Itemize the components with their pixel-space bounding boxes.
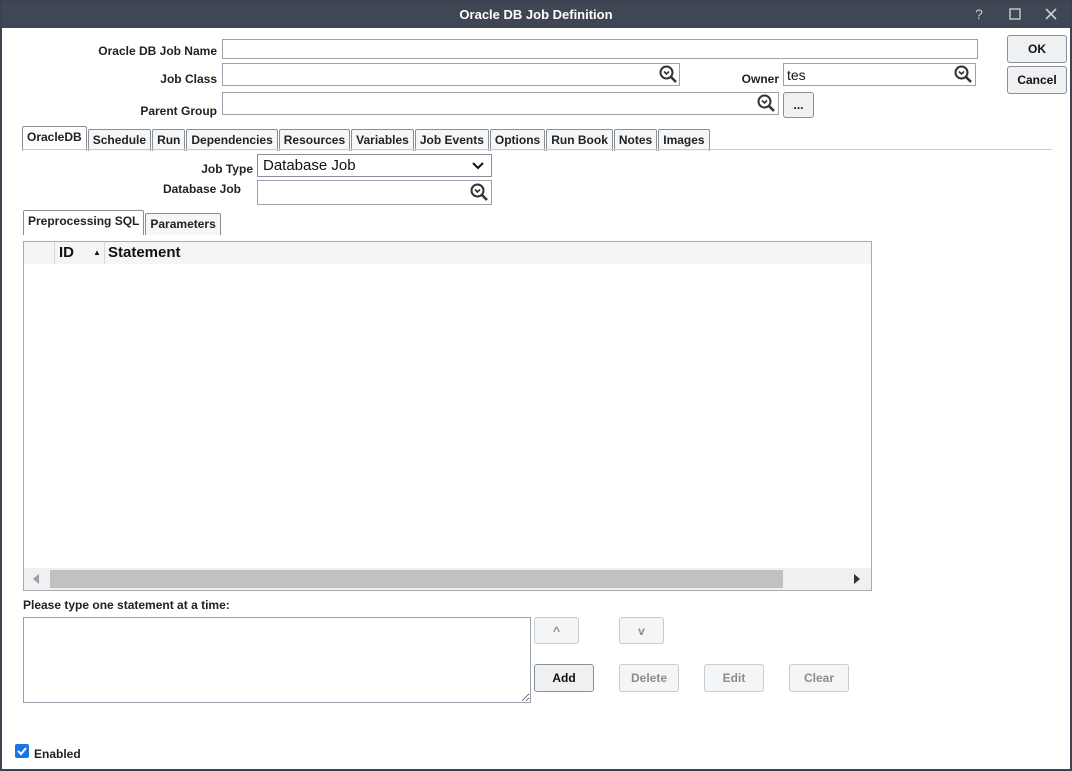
- job-name-input[interactable]: [222, 39, 978, 59]
- column-header-id[interactable]: ID: [59, 244, 74, 261]
- enabled-checkbox[interactable]: [15, 744, 29, 758]
- tab-job-events[interactable]: Job Events: [414, 129, 489, 151]
- tab-notes[interactable]: Notes: [613, 129, 658, 151]
- job-class-input[interactable]: [222, 63, 680, 86]
- tab-divider: [22, 149, 1052, 150]
- close-icon[interactable]: [1040, 4, 1062, 24]
- tab-run-book[interactable]: Run Book: [546, 129, 613, 151]
- job-type-value: Database Job: [263, 157, 356, 174]
- database-job-input[interactable]: [257, 180, 492, 205]
- column-header-statement[interactable]: Statement: [108, 244, 181, 261]
- tab-run[interactable]: Run: [152, 129, 186, 151]
- table-header: ID ▲ Statement: [24, 242, 871, 264]
- tab-resources[interactable]: Resources: [278, 129, 351, 151]
- chevron-down-icon: [472, 162, 484, 170]
- tab-parameters[interactable]: Parameters: [145, 213, 221, 235]
- add-button[interactable]: Add: [534, 664, 594, 692]
- help-icon[interactable]: ?: [968, 4, 990, 24]
- move-up-button[interactable]: ^: [534, 617, 579, 644]
- tab-options[interactable]: Options: [489, 129, 546, 151]
- check-icon: [17, 747, 27, 756]
- job-class-search-icon[interactable]: [658, 64, 678, 84]
- sort-asc-icon: ▲: [93, 248, 101, 257]
- edit-button[interactable]: Edit: [704, 664, 764, 692]
- clear-button[interactable]: Clear: [789, 664, 849, 692]
- scroll-right-icon[interactable]: [853, 574, 861, 584]
- tab-variables[interactable]: Variables: [351, 129, 414, 151]
- statement-prompt-label: Please type one statement at a time:: [23, 598, 230, 612]
- move-down-button[interactable]: v: [619, 617, 664, 644]
- parent-group-label: Parent Group: [140, 104, 217, 118]
- scroll-thumb[interactable]: [50, 570, 783, 588]
- tab-preprocessing-sql[interactable]: Preprocessing SQL: [23, 210, 145, 235]
- enabled-label: Enabled: [34, 747, 81, 761]
- job-type-label: Job Type: [201, 162, 253, 176]
- parent-group-browse-button[interactable]: ...: [783, 92, 814, 118]
- delete-button[interactable]: Delete: [619, 664, 679, 692]
- owner-input[interactable]: [783, 63, 976, 86]
- cancel-button[interactable]: Cancel: [1007, 66, 1067, 94]
- job-definition-window: Oracle DB Job Definition ? Oracle DB Job…: [0, 0, 1072, 771]
- scroll-left-icon[interactable]: [32, 574, 40, 584]
- window-title: Oracle DB Job Definition: [459, 7, 613, 22]
- statement-textarea[interactable]: [23, 617, 531, 703]
- maximize-icon[interactable]: [1004, 4, 1026, 24]
- sql-subtabs: Preprocessing SQL Parameters: [23, 210, 222, 235]
- title-bar[interactable]: Oracle DB Job Definition ?: [2, 2, 1070, 28]
- database-job-search-icon[interactable]: [469, 182, 489, 202]
- tab-dependencies[interactable]: Dependencies: [186, 129, 278, 151]
- ok-button[interactable]: OK: [1007, 35, 1067, 63]
- tab-schedule[interactable]: Schedule: [87, 129, 152, 151]
- database-job-label: Database Job: [162, 182, 241, 196]
- tab-oracledb[interactable]: OracleDB: [22, 126, 87, 151]
- owner-search-icon[interactable]: [953, 64, 973, 84]
- main-tabs: OracleDB Schedule Run Dependencies Resou…: [22, 126, 711, 151]
- job-class-label: Job Class: [160, 72, 217, 86]
- tab-images[interactable]: Images: [658, 129, 710, 151]
- owner-label: Owner: [741, 72, 779, 86]
- parent-group-input[interactable]: [222, 92, 779, 115]
- parent-group-search-icon[interactable]: [756, 93, 776, 113]
- job-type-select[interactable]: Database Job: [257, 154, 492, 177]
- job-name-label: Oracle DB Job Name: [98, 44, 217, 58]
- horizontal-scrollbar[interactable]: [24, 568, 871, 590]
- statements-table: ID ▲ Statement: [23, 241, 872, 591]
